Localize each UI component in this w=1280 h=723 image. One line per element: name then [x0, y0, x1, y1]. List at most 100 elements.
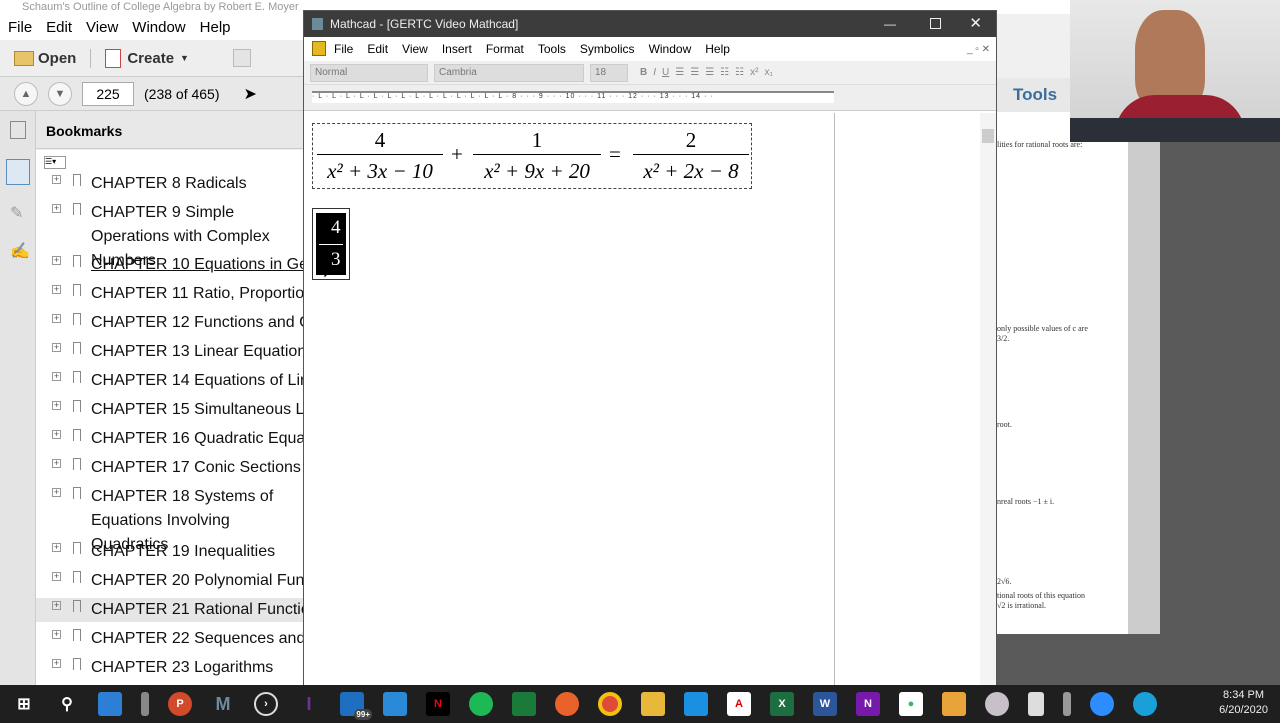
expand-icon[interactable]: + — [52, 601, 61, 610]
expand-icon[interactable]: + — [52, 204, 61, 213]
menu-file[interactable]: File — [8, 19, 32, 36]
mc-menu-insert[interactable]: Insert — [442, 42, 472, 56]
spotify-icon[interactable] — [469, 692, 493, 716]
word-icon[interactable]: W — [813, 692, 837, 716]
expand-icon[interactable]: + — [52, 430, 61, 439]
evernote-icon[interactable]: ● — [899, 692, 923, 716]
phone-icon[interactable] — [1063, 692, 1071, 716]
bookmark-icon — [73, 542, 81, 554]
expand-icon[interactable]: + — [52, 401, 61, 410]
style-select[interactable]: Normal — [310, 63, 428, 82]
expand-icon[interactable]: + — [52, 175, 61, 184]
mc-menu-help[interactable]: Help — [705, 42, 730, 56]
bookmark-icon — [73, 658, 81, 670]
usb-icon[interactable] — [141, 692, 149, 716]
signatures-icon[interactable]: ✍ — [10, 241, 30, 261]
tools-pane-button[interactable]: Tools — [997, 78, 1077, 112]
expand-icon[interactable]: + — [52, 572, 61, 581]
excel-icon[interactable]: X — [770, 692, 794, 716]
file-explorer-icon[interactable] — [641, 692, 665, 716]
expand-icon[interactable]: + — [52, 630, 61, 639]
bookmark-options-icon[interactable]: ☰▾ — [44, 156, 66, 169]
system-clock[interactable]: 8:34 PM 6/20/2020 — [1219, 688, 1268, 718]
formatting-toolbar: Normal Cambria 18 B I U ☰ ☰ ☰ ☷ ☷ x² x₁ — [304, 61, 996, 85]
ruler[interactable]: · L · L · L · L · L · L · L · L · L · L … — [304, 85, 996, 111]
menu-help[interactable]: Help — [200, 19, 231, 36]
mc-menu-tools[interactable]: Tools — [538, 42, 566, 56]
open-button[interactable]: Open — [0, 50, 90, 67]
edge-icon[interactable] — [1133, 692, 1157, 716]
size-select[interactable]: 18 — [590, 63, 628, 82]
menu-window[interactable]: Window — [132, 19, 185, 36]
italic-icon[interactable]: I — [653, 67, 656, 78]
mc-menu-edit[interactable]: Edit — [367, 42, 388, 56]
expand-icon[interactable]: + — [52, 372, 61, 381]
netflix-icon[interactable]: N — [426, 692, 450, 716]
text-editor-icon[interactable]: I — [297, 692, 321, 716]
mc-menu-format[interactable]: Format — [486, 42, 524, 56]
align-center-icon[interactable]: ☰ — [690, 67, 699, 78]
calendar-icon[interactable] — [383, 692, 407, 716]
media-player-icon[interactable]: › — [254, 692, 278, 716]
expand-icon[interactable]: + — [52, 256, 61, 265]
firefox-icon[interactable] — [555, 692, 579, 716]
align-left-icon[interactable]: ☰ — [675, 67, 684, 78]
font-select[interactable]: Cambria — [434, 63, 584, 82]
attachments-icon[interactable]: ✎ — [10, 203, 23, 223]
bullets-icon[interactable]: ☷ — [720, 67, 729, 78]
mathcad-icon[interactable]: M — [211, 692, 235, 716]
worksheet[interactable]: 4 x² + 3x − 10 + 1 x² + 9x + 20 = 2 x² + 2x… — [304, 113, 996, 685]
chrome-icon[interactable] — [598, 692, 622, 716]
office-icon[interactable] — [942, 692, 966, 716]
bookmark-label: CHAPTER 15 Simultaneous Linear — [91, 401, 304, 418]
mail-icon[interactable]: 99+ — [340, 692, 372, 720]
bookmark-label: CHAPTER 14 Equations of Lines — [91, 372, 304, 389]
menu-edit[interactable]: Edit — [46, 19, 72, 36]
search-icon[interactable]: ⚲ — [55, 692, 79, 716]
pages-icon[interactable] — [10, 121, 26, 139]
mc-menu-file[interactable]: File — [334, 42, 353, 56]
superscript-icon[interactable]: x² — [750, 67, 758, 78]
create-button[interactable]: Create ▼ — [90, 48, 203, 68]
expand-icon[interactable]: + — [52, 285, 61, 294]
zoom-icon[interactable] — [1090, 692, 1114, 716]
numbering-icon[interactable]: ☷ — [735, 67, 744, 78]
maximize-icon[interactable] — [930, 18, 941, 29]
doc-window-controls[interactable]: _ ▫ ✕ — [967, 44, 990, 55]
start-windows-icon[interactable]: ⊞ — [12, 692, 36, 716]
select-cursor-icon[interactable]: ➤ — [244, 84, 257, 104]
bookmark-item[interactable]: + CHAPTER 21 Rational Functions — [36, 598, 304, 622]
stock-chart-icon[interactable] — [512, 692, 536, 716]
powerpoint-icon[interactable]: P — [168, 692, 192, 716]
underline-icon[interactable]: U — [662, 67, 669, 78]
paint-icon[interactable] — [985, 692, 1009, 716]
page-number-input[interactable] — [82, 81, 134, 106]
expand-icon[interactable]: + — [52, 488, 61, 497]
expand-icon[interactable]: + — [52, 314, 61, 323]
equation-region[interactable]: 4 x² + 3x − 10 + 1 x² + 9x + 20 = 2 x² + 2x… — [312, 123, 752, 189]
next-page-down-arrow-icon[interactable]: ▼ — [48, 81, 72, 106]
denominator-3: x² + 2x − 8 — [643, 159, 739, 183]
expand-icon[interactable]: + — [52, 543, 61, 552]
prev-page-up-arrow-icon[interactable]: ▲ — [14, 81, 38, 106]
mc-menu-window[interactable]: Window — [649, 42, 692, 56]
bold-icon[interactable]: B — [640, 67, 647, 78]
bookmarks-icon[interactable] — [6, 159, 30, 185]
vertical-scrollbar[interactable] — [980, 113, 996, 685]
mc-menu-symbolics[interactable]: Symbolics — [580, 42, 635, 56]
onenote-icon[interactable]: N — [856, 692, 880, 716]
calculator-icon[interactable] — [1028, 692, 1044, 716]
expand-icon[interactable]: + — [52, 459, 61, 468]
mc-menu-view[interactable]: View — [402, 42, 428, 56]
store-icon[interactable] — [684, 692, 708, 716]
task-view-icon[interactable] — [98, 692, 122, 716]
subscript-icon[interactable]: x₁ — [764, 67, 772, 78]
minimize-icon[interactable]: — — [884, 11, 896, 37]
acrobat-icon[interactable]: A — [727, 692, 751, 716]
expand-icon[interactable]: + — [52, 343, 61, 352]
expand-icon[interactable]: + — [52, 659, 61, 668]
save-icon[interactable] — [232, 49, 251, 67]
menu-view[interactable]: View — [86, 19, 118, 36]
align-right-icon[interactable]: ☰ — [705, 67, 714, 78]
close-icon[interactable]: ✕ — [969, 11, 982, 37]
